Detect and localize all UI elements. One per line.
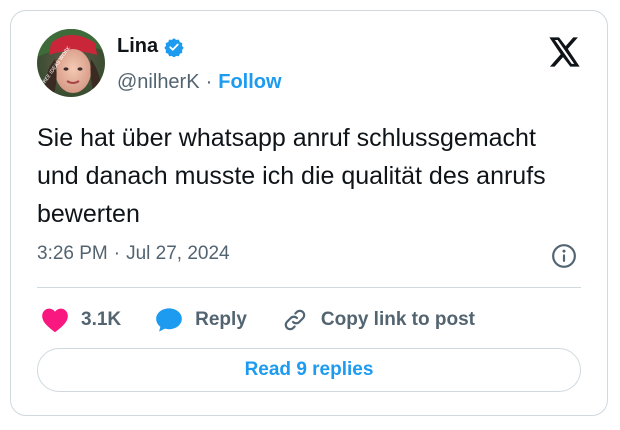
author-handle-row: @nilherK · Follow bbox=[117, 71, 282, 94]
timestamp-separator: · bbox=[113, 243, 121, 264]
copy-link-button[interactable]: Copy link to post bbox=[281, 307, 475, 333]
tweet-card: FREE IDEAS WORK Lina @nilherK · Follow S… bbox=[10, 10, 608, 416]
x-logo-icon[interactable] bbox=[549, 37, 581, 67]
avatar[interactable]: FREE IDEAS WORK bbox=[37, 29, 105, 97]
tweet-text: Sie hat über whatsapp anruf schlussgemac… bbox=[37, 124, 546, 228]
link-icon bbox=[281, 307, 309, 333]
reply-label: Reply bbox=[195, 309, 247, 330]
author-name-row: Lina bbox=[117, 35, 184, 58]
heart-icon bbox=[41, 307, 69, 333]
author-name[interactable]: Lina bbox=[117, 35, 158, 58]
handle-separator: · bbox=[205, 71, 213, 93]
tweet-date: Jul 27, 2024 bbox=[126, 243, 230, 264]
author-handle[interactable]: @nilherK bbox=[117, 71, 200, 94]
tweet-timestamp[interactable]: 3:26 PM · Jul 27, 2024 bbox=[37, 243, 230, 265]
action-bar: 3.1K Reply Copy link to post bbox=[41, 303, 475, 337]
tweet-time: 3:26 PM bbox=[37, 243, 108, 264]
follow-button[interactable]: Follow bbox=[218, 71, 281, 94]
read-replies-button[interactable]: Read 9 replies bbox=[37, 348, 581, 392]
like-count: 3.1K bbox=[81, 309, 122, 330]
like-button[interactable]: 3.1K bbox=[41, 307, 121, 333]
divider bbox=[37, 287, 581, 288]
copy-link-label: Copy link to post bbox=[320, 309, 475, 330]
reply-button[interactable]: Reply bbox=[155, 307, 247, 333]
info-icon[interactable] bbox=[551, 243, 577, 269]
speech-bubble-icon bbox=[155, 307, 183, 333]
verified-badge-icon bbox=[164, 37, 184, 58]
